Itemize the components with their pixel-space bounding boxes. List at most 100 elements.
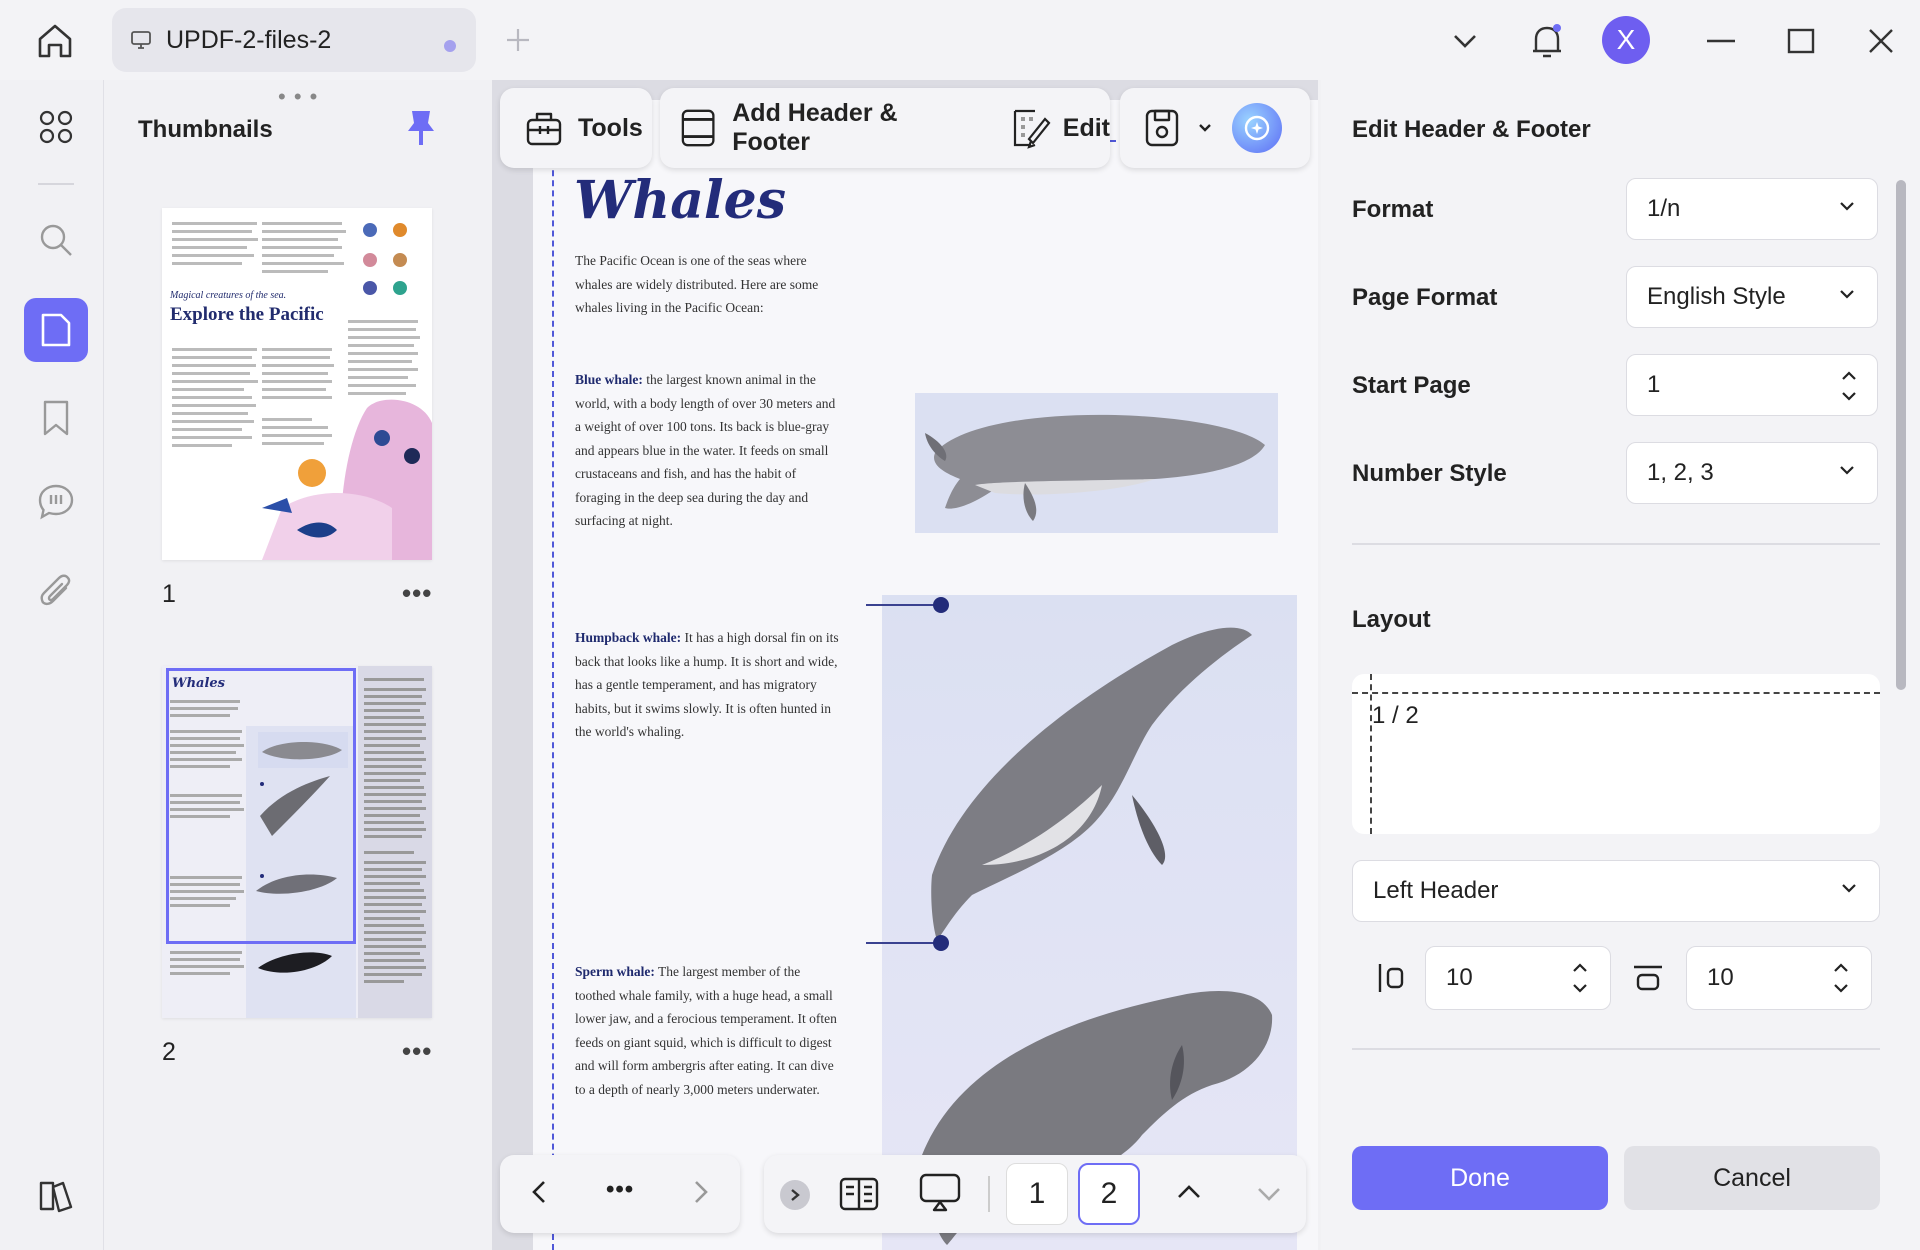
save-button[interactable] bbox=[1144, 108, 1180, 148]
comments-button[interactable] bbox=[24, 470, 88, 534]
number-style-label: Number Style bbox=[1352, 460, 1507, 487]
left-margin-icon bbox=[1376, 962, 1406, 994]
thumbnail-2-more-button[interactable]: ••• bbox=[402, 1036, 432, 1067]
save-options-dropdown[interactable] bbox=[1198, 123, 1212, 133]
done-button[interactable]: Done bbox=[1352, 1146, 1608, 1210]
start-page-input[interactable]: 1 bbox=[1626, 354, 1878, 416]
new-tab-button[interactable] bbox=[498, 20, 538, 60]
add-header-footer-button[interactable]: Add Header & Footer bbox=[680, 99, 971, 157]
close-icon bbox=[1869, 29, 1893, 53]
panel-scrollbar[interactable] bbox=[1896, 180, 1906, 690]
humpback-whale-paragraph: Humpback whale: It has a high dorsal fin… bbox=[575, 626, 839, 744]
user-avatar[interactable]: X bbox=[1602, 16, 1650, 64]
format-select[interactable]: 1/n bbox=[1626, 178, 1878, 240]
thumbnails-button[interactable] bbox=[24, 298, 88, 362]
organize-pages-button[interactable] bbox=[24, 95, 88, 159]
search-button[interactable] bbox=[24, 208, 88, 272]
chevron-down-icon bbox=[1258, 1188, 1280, 1201]
history-more-button[interactable]: ••• bbox=[606, 1176, 634, 1204]
thumbnail-1-more-button[interactable]: ••• bbox=[402, 578, 432, 609]
thumbnail-page-2[interactable]: Whales bbox=[162, 666, 432, 1018]
home-button[interactable] bbox=[30, 16, 80, 66]
page-format-label: Page Format bbox=[1352, 284, 1498, 311]
document-title: Whales bbox=[574, 170, 787, 231]
bell-icon bbox=[1533, 24, 1561, 58]
top-margin-input[interactable]: 10 bbox=[1686, 946, 1872, 1010]
edit-label: Edit bbox=[1062, 113, 1110, 142]
bookmark-icon bbox=[43, 400, 69, 436]
thumbnail-page-1-art bbox=[162, 208, 432, 560]
chevron-right-icon bbox=[791, 1189, 800, 1201]
page-layout-button[interactable] bbox=[838, 1176, 880, 1212]
stepper-icon[interactable] bbox=[1572, 961, 1588, 995]
expand-nav-button[interactable] bbox=[780, 1180, 810, 1210]
ai-assistant-button[interactable] bbox=[1232, 103, 1282, 153]
rail-divider bbox=[38, 183, 74, 185]
header-footer-icon bbox=[681, 109, 715, 147]
toolbox-icon bbox=[526, 112, 562, 146]
notifications-button[interactable] bbox=[1522, 16, 1572, 66]
stepper-icon[interactable] bbox=[1841, 369, 1857, 403]
previous-view-button[interactable] bbox=[526, 1178, 554, 1206]
humpback-and-sperm-whale-illustration bbox=[911, 627, 1273, 1245]
attachments-button[interactable] bbox=[24, 558, 88, 622]
annotation-line-2 bbox=[866, 942, 942, 944]
monitor-icon bbox=[131, 31, 151, 49]
ai-reader-button[interactable] bbox=[24, 1164, 88, 1228]
cancel-button[interactable]: Cancel bbox=[1624, 1146, 1880, 1210]
plus-icon bbox=[507, 29, 529, 51]
start-page-value: 1 bbox=[1647, 371, 1661, 398]
close-button[interactable] bbox=[1856, 16, 1906, 66]
blue-whale-image bbox=[915, 393, 1278, 533]
add-header-footer-label: Add Header & Footer bbox=[732, 99, 898, 156]
thumbnail-page-1[interactable]: Magical creatures of the sea. Explore th… bbox=[162, 208, 432, 560]
chevron-left-icon bbox=[532, 1181, 545, 1203]
top-margin-icon bbox=[1632, 964, 1664, 994]
tools-label: Tools bbox=[578, 113, 643, 142]
minimize-button[interactable] bbox=[1696, 16, 1746, 66]
panel-drag-handle[interactable]: • • • bbox=[278, 84, 318, 110]
number-style-select[interactable]: 1, 2, 3 bbox=[1626, 442, 1878, 504]
next-page-button[interactable] bbox=[1256, 1186, 1282, 1204]
stepper-icon[interactable] bbox=[1833, 961, 1849, 995]
thumbnail-1-number: 1 bbox=[162, 580, 176, 608]
page-button-2[interactable]: 2 bbox=[1078, 1163, 1140, 1225]
intro-paragraph: The Pacific Ocean is one of the seas whe… bbox=[575, 253, 819, 315]
tools-button[interactable]: Tools bbox=[500, 88, 652, 168]
blue-whale-text: the largest known animal in the world, w… bbox=[575, 372, 836, 528]
next-view-button[interactable] bbox=[686, 1178, 714, 1206]
format-value: 1/n bbox=[1647, 195, 1681, 222]
document-tab[interactable]: UPDF-2-files-2 bbox=[112, 8, 476, 72]
margin-guide-left bbox=[552, 100, 554, 1250]
previous-page-button[interactable] bbox=[1176, 1182, 1202, 1200]
tabs-dropdown-button[interactable] bbox=[1440, 16, 1490, 66]
blue-whale-illustration bbox=[925, 414, 1265, 521]
pin-panel-button[interactable] bbox=[406, 108, 436, 148]
position-value: Left Header bbox=[1373, 877, 1499, 904]
maximize-button[interactable] bbox=[1776, 16, 1826, 66]
humpback-whale-text: It has a high dorsal fin on its back tha… bbox=[575, 630, 839, 739]
minimize-icon bbox=[1707, 39, 1735, 43]
annotation-dot-1[interactable] bbox=[933, 597, 949, 613]
page-format-select[interactable]: English Style bbox=[1626, 266, 1878, 328]
page-button-1[interactable]: 1 bbox=[1006, 1163, 1068, 1225]
unsaved-dot bbox=[444, 40, 456, 52]
presentation-button[interactable] bbox=[918, 1172, 962, 1214]
chevron-down-icon bbox=[1199, 124, 1211, 132]
position-select[interactable]: Left Header bbox=[1352, 860, 1880, 922]
layout-label: Layout bbox=[1352, 606, 1431, 633]
sperm-whale-text: The largest member of the toothed whale … bbox=[575, 964, 837, 1097]
chevron-down-icon bbox=[1840, 290, 1854, 299]
chevron-down-icon bbox=[1840, 202, 1854, 211]
section-divider bbox=[1352, 543, 1880, 545]
pin-icon bbox=[408, 111, 434, 145]
layout-preview[interactable]: 1 / 2 bbox=[1352, 674, 1880, 834]
layout-guide-horizontal bbox=[1352, 692, 1880, 694]
layout-preview-text: 1 / 2 bbox=[1372, 702, 1419, 729]
annotation-dot-2[interactable] bbox=[933, 935, 949, 951]
left-margin-input[interactable]: 10 bbox=[1425, 946, 1611, 1010]
bookmarks-button[interactable] bbox=[24, 386, 88, 450]
blue-whale-name: Blue whale: bbox=[575, 372, 643, 387]
edit-button[interactable]: Edit bbox=[1011, 107, 1110, 149]
ai-assistant-icon bbox=[1244, 115, 1270, 141]
